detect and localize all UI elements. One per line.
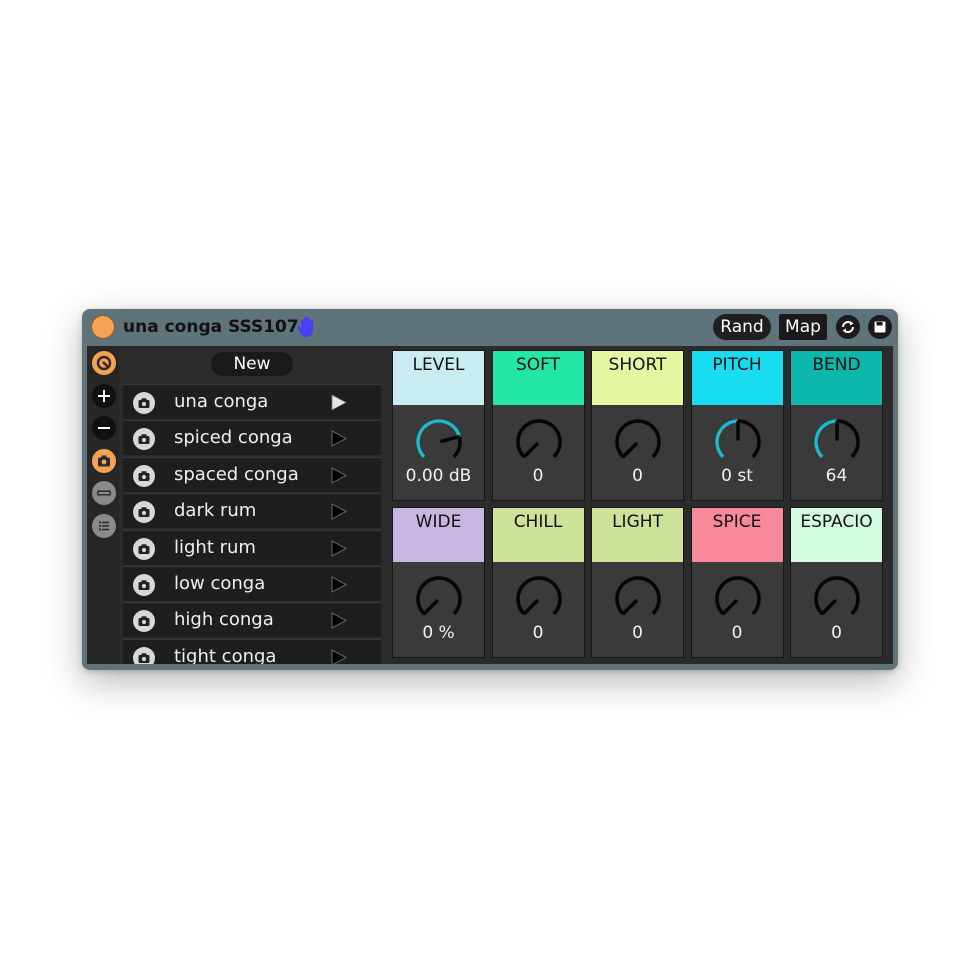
- param-label: LEVEL: [393, 351, 484, 405]
- param-label: SHORT: [592, 351, 683, 405]
- play-icon[interactable]: [330, 612, 348, 630]
- param-label: BEND: [791, 351, 882, 405]
- param-label: WIDE: [393, 508, 484, 562]
- preset-name: low conga: [174, 572, 266, 594]
- camera-icon[interactable]: [133, 537, 155, 560]
- preset-row[interactable]: spaced conga: [123, 456, 381, 492]
- preset-name: high conga: [174, 609, 274, 631]
- param-value: 0 %: [422, 623, 455, 643]
- parameter-grid: LEVEL 0.00 dB SOFT 0 SHORT 0 PITCH 0 st BEND 64 WI…: [392, 350, 888, 660]
- param-soft[interactable]: SOFT 0: [491, 350, 585, 501]
- preset-list[interactable]: una conga spiced conga spaced conga dark ru…: [123, 384, 381, 664]
- param-label: ESPACIO: [791, 508, 882, 562]
- preset-name: dark rum: [174, 500, 257, 522]
- device-title: una conga SSS107: [123, 317, 299, 337]
- play-icon[interactable]: [330, 430, 348, 448]
- param-value: 0: [532, 623, 544, 643]
- param-value: 0: [731, 623, 743, 643]
- preset-name: light rum: [174, 536, 256, 558]
- camera-icon[interactable]: [133, 610, 155, 633]
- play-icon[interactable]: [330, 503, 348, 520]
- preset-name: spiced conga: [174, 427, 293, 449]
- param-bend[interactable]: BEND 64: [790, 350, 883, 501]
- preset-row[interactable]: high conga: [123, 602, 381, 638]
- hand-icon: [297, 317, 313, 337]
- play-icon[interactable]: [330, 467, 348, 484]
- param-chill[interactable]: CHILL 0: [491, 507, 585, 658]
- camera-icon[interactable]: [133, 646, 155, 664]
- knob-dial[interactable]: [713, 574, 763, 624]
- knob-dial[interactable]: [613, 574, 663, 624]
- play-icon[interactable]: [330, 649, 348, 664]
- device-titlebar: una conga SSS107 Rand Map: [82, 309, 898, 345]
- power-icon[interactable]: [91, 315, 115, 339]
- camera-icon[interactable]: [133, 501, 155, 524]
- param-label: LIGHT: [592, 508, 683, 562]
- knob-dial[interactable]: [414, 417, 464, 467]
- param-value: 0 st: [721, 466, 753, 486]
- device-window: una conga SSS107 Rand Map New una conga …: [82, 309, 898, 670]
- param-value: 0: [831, 623, 842, 643]
- knob-dial[interactable]: [613, 417, 663, 467]
- param-pitch[interactable]: PITCH 0 st: [690, 350, 784, 501]
- param-wide[interactable]: WIDE 0 %: [392, 507, 485, 658]
- plus-icon[interactable]: [92, 384, 116, 408]
- param-label: SPICE: [691, 508, 783, 562]
- param-value: 0.00 dB: [405, 466, 472, 486]
- rand-button[interactable]: Rand: [713, 314, 771, 340]
- knob-dial[interactable]: [514, 574, 564, 624]
- knob-dial[interactable]: [514, 417, 564, 467]
- camera-icon[interactable]: [133, 428, 155, 451]
- param-label: SOFT: [492, 351, 584, 405]
- preset-row[interactable]: light rum: [123, 529, 381, 565]
- new-preset-button[interactable]: New: [211, 352, 293, 376]
- preset-name: tight conga: [174, 645, 277, 664]
- map-button[interactable]: Map: [779, 314, 827, 340]
- preset-name: spaced conga: [174, 463, 299, 485]
- param-value: 0: [532, 466, 544, 486]
- param-value: 0: [632, 623, 643, 643]
- knob-dial[interactable]: [812, 417, 862, 467]
- param-value: 64: [825, 466, 848, 486]
- preset-row[interactable]: low conga: [123, 565, 381, 601]
- knob-dial[interactable]: [713, 417, 763, 467]
- preset-row[interactable]: spiced conga: [123, 420, 381, 456]
- knob-dial[interactable]: [812, 574, 862, 624]
- param-level[interactable]: LEVEL 0.00 dB: [392, 350, 485, 501]
- preset-name: una conga: [174, 391, 269, 412]
- sync-icon[interactable]: [836, 315, 860, 339]
- param-label: PITCH: [691, 351, 783, 405]
- save-icon[interactable]: [868, 315, 892, 339]
- play-icon[interactable]: [330, 539, 348, 557]
- camera-icon[interactable]: [133, 464, 155, 487]
- preset-row[interactable]: tight conga: [123, 638, 381, 664]
- camera-icon[interactable]: [133, 392, 155, 414]
- preset-row[interactable]: dark rum: [123, 493, 381, 529]
- param-espacio[interactable]: ESPACIO 0: [790, 507, 883, 658]
- param-label: CHILL: [492, 508, 584, 562]
- param-value: 0: [632, 466, 643, 486]
- minus-icon[interactable]: [92, 416, 116, 440]
- logo-icon[interactable]: [92, 351, 116, 375]
- bar-icon[interactable]: [92, 481, 116, 505]
- param-short[interactable]: SHORT 0: [591, 350, 684, 501]
- play-icon[interactable]: [330, 576, 348, 593]
- param-spice[interactable]: SPICE 0: [690, 507, 784, 658]
- play-icon[interactable]: [330, 394, 348, 411]
- device-body: New una conga spiced conga spaced conga dar…: [87, 346, 893, 664]
- preset-sidebar: [87, 346, 119, 664]
- list-icon[interactable]: [92, 514, 116, 538]
- knob-dial[interactable]: [414, 574, 464, 624]
- preset-panel: New una conga spiced conga spaced conga dar…: [123, 346, 387, 664]
- camera-icon[interactable]: [92, 449, 116, 473]
- preset-row[interactable]: una conga: [123, 384, 381, 419]
- camera-icon[interactable]: [133, 573, 155, 596]
- param-light[interactable]: LIGHT 0: [591, 507, 684, 658]
